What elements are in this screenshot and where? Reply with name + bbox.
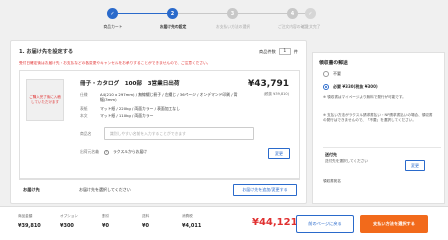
- summary-item: オプション ¥300: [60, 214, 78, 229]
- change-sender-button[interactable]: 変更: [268, 148, 290, 159]
- item-count-unit: 件: [293, 48, 298, 54]
- spec-value: マット紙 / 220kg / 両面カラー / 表面加工なし: [100, 106, 180, 111]
- step-1-label: 商品カート: [103, 24, 123, 29]
- cart-item: ご購入完了後に入稿していただけます 冊子・カタログ 100部 3営業日出荷 ¥4…: [19, 70, 300, 179]
- radio-button-selected[interactable]: [323, 84, 329, 90]
- spec-key: 表紙: [80, 106, 88, 111]
- spec-row: 本文 マット紙 / 110kg / 両面カラー: [80, 113, 240, 119]
- step-3-circle: 3: [227, 8, 238, 19]
- summary-item: 割引 ¥0: [102, 214, 109, 229]
- receipt-address-text: 送付先を選択してください: [325, 159, 368, 163]
- cancellation-notice: 受付日確定後はお届け先・お支払などの各変更やキャンセルをお承りすることができませ…: [19, 61, 211, 65]
- summary-value: ¥0: [142, 223, 149, 229]
- product-name-input[interactable]: 識別しやすい名前を入力することができます: [104, 127, 254, 140]
- step-2-label: お届け先の設定: [159, 24, 187, 29]
- summary-value: ¥300: [60, 223, 74, 229]
- summary-item: 消費税 ¥4,011: [182, 214, 201, 229]
- section-heading: 1. お届け先を設定する: [19, 49, 74, 55]
- step-5-check-icon: ✓: [305, 8, 316, 19]
- summary-key: オプション: [60, 214, 78, 218]
- spec-value: マット紙 / 110kg / 両面カラー: [100, 113, 154, 118]
- receipt-address-heading: 送付先: [325, 152, 337, 157]
- product-price: ¥43,791: [248, 79, 289, 89]
- step-5-label: ご注文完了: [301, 24, 321, 29]
- help-icon[interactable]: ?: [104, 149, 109, 155]
- shipping-label: お届け先: [23, 187, 40, 192]
- order-summary-bar: 商品金額 ¥39,810 オプション ¥300 割引 ¥0 送料 ¥0 消費税 …: [0, 206, 448, 240]
- receipt-recipient-label: 領収書宛名: [323, 179, 341, 183]
- product-title: 冊子・カタログ 100部 3営業日出荷: [80, 81, 180, 87]
- summary-key: 商品金額: [18, 214, 33, 218]
- product-tax-note: (税抜 ¥39,810): [263, 92, 289, 96]
- step-3-label: お支払い方法の選択: [215, 24, 251, 29]
- order-total: ¥44,121: [252, 217, 298, 228]
- receipt-note: ※ 領収書はマイページより無料で発行が可能です。: [323, 95, 406, 99]
- select-payment-button[interactable]: 支払い方法を選択する: [360, 215, 428, 233]
- delivery-settings-card: 1. お届け先を設定する 商品件数 1 件 受付日確定後はお届け先・お支払などの…: [10, 40, 307, 204]
- summary-value: ¥0: [102, 223, 109, 229]
- step-connector: [178, 13, 228, 14]
- radio-label: 必要 ¥330(税抜 ¥300): [333, 84, 378, 89]
- item-count-label: 商品件数: [259, 48, 276, 54]
- summary-key: 送料: [142, 214, 150, 218]
- sender-name-value: ラクスルからお届け: [113, 149, 148, 154]
- summary-key: 割引: [102, 214, 110, 218]
- progress-stepper: ✓ 商品カート 2 お届け先の設定 3 お支払い方法の選択 4 ご注文内容の確認…: [0, 0, 448, 40]
- sender-name-label: 出荷元名義: [80, 149, 99, 154]
- summary-value: ¥39,810: [18, 223, 41, 229]
- back-button[interactable]: 前のページに戻る: [296, 215, 354, 233]
- product-name-label: 商品名: [80, 130, 92, 136]
- spec-value: A4(210 x 297mm) / 無線綴じ冊子 / 左綴じ / 36ページ /…: [100, 92, 238, 103]
- spec-row: 仕様 A4(210 x 297mm) / 無線綴じ冊子 / 左綴じ / 36ペー…: [80, 92, 240, 103]
- summary-item: 商品金額 ¥39,810: [18, 214, 41, 229]
- product-thumbnail: ご購入完了後に入稿していただけます: [26, 79, 64, 121]
- summary-key: 消費税: [182, 214, 193, 218]
- sender-name-row: 出荷元名義 ? ラクスルからお届け: [80, 149, 293, 155]
- step-connector: [118, 13, 168, 14]
- radio-label: 不要: [333, 71, 341, 76]
- shipping-text: お届け先を選択してください: [79, 187, 131, 192]
- receipt-heading: 領収書の郵送: [319, 61, 348, 66]
- spec-key: 仕様: [80, 92, 88, 97]
- change-receipt-address-button[interactable]: 変更: [405, 160, 425, 171]
- summary-value: ¥4,011: [182, 223, 202, 229]
- product-name-row: 商品名 識別しやすい名前を入力することができます: [80, 127, 254, 140]
- item-count-value: 1: [278, 48, 291, 55]
- item-count: 商品件数 1 件: [259, 48, 298, 55]
- receipt-panel: 領収書の郵送 不要 必要 ¥330(税抜 ¥300) ※ 領収書はマイページより…: [312, 52, 445, 204]
- step-connector: [238, 13, 288, 14]
- receipt-option-unneeded[interactable]: 不要: [323, 71, 341, 77]
- shipping-row: お届け先 お届け先を選択してください お届け先を追加/変更する: [19, 179, 300, 199]
- step-4-circle: 4: [287, 8, 298, 19]
- receipt-address: 送付先 送付先を選択してください 変更: [323, 147, 441, 175]
- summary-item: 送料 ¥0: [142, 214, 149, 229]
- radio-button[interactable]: [323, 71, 329, 77]
- step-1-check-icon: ✓: [107, 8, 118, 19]
- receipt-payment-note: ※ 支払い方法がラクスル請求書払い・NP請求書払いの場合、領収書の発行はできませ…: [323, 113, 433, 123]
- spec-key: 本文: [80, 113, 88, 118]
- receipt-option-needed[interactable]: 必要 ¥330(税抜 ¥300): [323, 84, 378, 90]
- spec-row: 表紙 マット紙 / 220kg / 両面カラー / 表面加工なし: [80, 106, 240, 112]
- add-change-address-button[interactable]: お届け先を追加/変更する: [233, 184, 297, 196]
- step-2-circle: 2: [167, 8, 178, 19]
